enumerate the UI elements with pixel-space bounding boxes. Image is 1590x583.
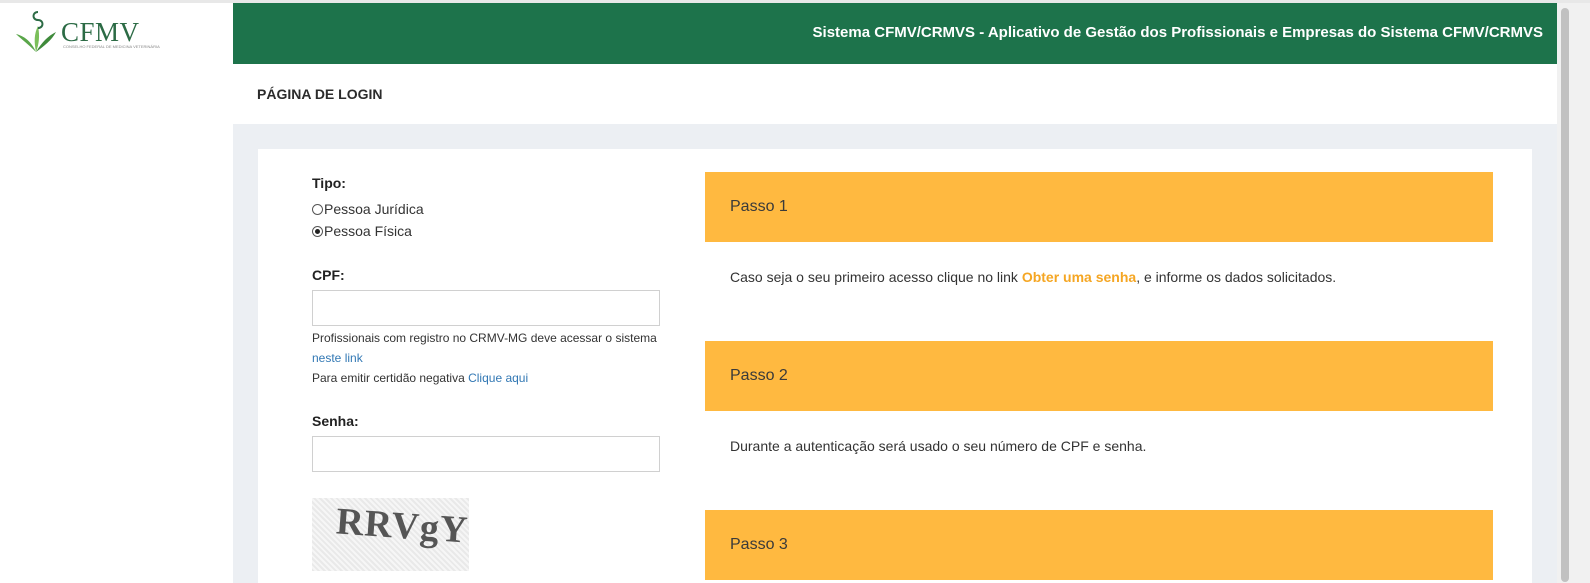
cpf-input[interactable] [312,290,660,326]
header-bar: Sistema CFMV/CRMVS - Aplicativo de Gestã… [233,3,1557,64]
radio-label-juridica: Pessoa Jurídica [324,201,424,217]
step-2-text: Durante a autenticação será usado o seu … [730,438,1147,454]
page-title: PÁGINA DE LOGIN [257,86,383,102]
help-text-1: Profissionais com registro no CRMV-MG de… [312,331,657,345]
step-3-banner: Passo 3 [705,510,1493,580]
step-1-title: Passo 1 [730,198,788,215]
radio-label-fisica: Pessoa Física [324,223,412,239]
radio-unchecked-icon[interactable] [312,203,323,215]
certidao-text: Para emitir certidão negativa [312,371,465,385]
certidao-row: Para emitir certidão negativa Clique aqu… [312,371,528,385]
step-1-text-before: Caso seja o seu primeiro acesso clique n… [730,269,1022,285]
help-link-row: neste link [312,351,363,365]
radio-pessoa-fisica[interactable]: Pessoa Física [312,223,412,239]
cpf-label: CPF: [312,267,345,283]
logo-subtitle: CONSELHO FEDERAL DE MEDICINA VETERINÁRIA [63,44,160,49]
step-1-text-after: , e informe os dados solicitados. [1136,269,1337,285]
page-title-bar: PÁGINA DE LOGIN [233,64,1557,124]
step-2-banner: Passo 2 [705,341,1493,411]
scrollbar-thumb[interactable] [1561,8,1569,582]
neste-link[interactable]: neste link [312,351,363,365]
radio-checked-icon[interactable] [312,225,323,237]
captcha-text: RRVgY [334,500,469,552]
radio-pessoa-juridica[interactable]: Pessoa Jurídica [312,201,424,217]
senha-label: Senha: [312,413,359,429]
captcha-image: RRVgY [312,498,469,571]
step-1-banner: Passo 1 [705,172,1493,242]
header-title: Sistema CFMV/CRMVS - Aplicativo de Gestã… [812,24,1543,41]
step-2-title: Passo 2 [730,367,788,384]
help-crmv-mg: Profissionais com registro no CRMV-MG de… [312,331,657,345]
senha-input[interactable] [312,436,660,472]
step-1-text: Caso seja o seu primeiro acesso clique n… [730,269,1336,285]
cfmv-logo[interactable]: CFMV CONSELHO FEDERAL DE MEDICINA VETERI… [14,8,160,58]
step-3-title: Passo 3 [730,536,788,553]
obter-senha-link[interactable]: Obter uma senha [1022,269,1136,285]
leaf-logo-icon [16,11,56,52]
clique-aqui-link[interactable]: Clique aqui [468,371,528,385]
tipo-label: Tipo: [312,175,346,191]
